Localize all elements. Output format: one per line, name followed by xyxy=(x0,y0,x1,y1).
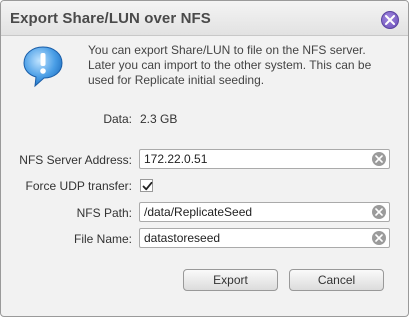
dialog-message: You can export Share/LUN to file on the … xyxy=(88,43,372,87)
force-udp-checkbox[interactable] xyxy=(140,179,153,192)
clear-icon[interactable] xyxy=(372,152,386,166)
nfs-path-field[interactable] xyxy=(139,202,390,222)
data-value: 2.3 GB xyxy=(140,112,178,126)
cancel-button[interactable]: Cancel xyxy=(289,269,384,291)
check-icon xyxy=(142,181,153,191)
file-name-field[interactable] xyxy=(139,228,390,248)
export-button[interactable]: Export xyxy=(183,269,278,291)
info-bubble-icon xyxy=(23,46,63,88)
dialog-titlebar[interactable]: Export Share/LUN over NFS xyxy=(1,1,408,36)
nfs-server-input[interactable] xyxy=(144,150,365,168)
dialog-body: You can export Share/LUN to file on the … xyxy=(1,36,408,316)
nfs-server-field[interactable] xyxy=(139,149,390,169)
data-label: Data: xyxy=(103,112,132,126)
close-icon xyxy=(385,15,395,25)
nfs-path-input[interactable] xyxy=(144,203,365,221)
file-name-input[interactable] xyxy=(144,229,365,247)
dialog-title: Export Share/LUN over NFS xyxy=(10,10,211,27)
clear-icon[interactable] xyxy=(372,205,386,219)
file-name-label: File Name: xyxy=(73,232,132,246)
clear-icon[interactable] xyxy=(372,231,386,245)
close-button[interactable] xyxy=(381,11,399,29)
nfs-path-label: NFS Path: xyxy=(76,206,132,220)
nfs-server-label: NFS Server Address: xyxy=(19,153,132,167)
export-dialog: Export Share/LUN over NFS You can export… xyxy=(0,0,409,317)
force-udp-label: Force UDP transfer: xyxy=(25,179,132,193)
